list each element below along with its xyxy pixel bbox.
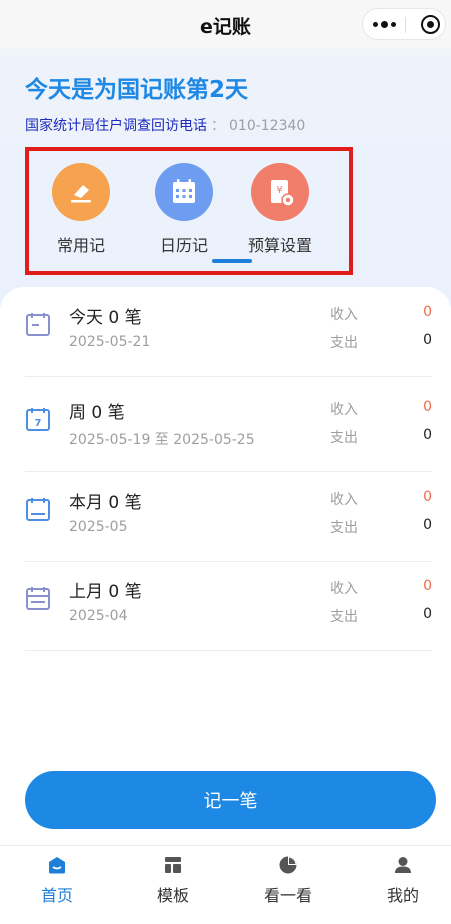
- hotline-number[interactable]: 010-12340: [229, 118, 305, 134]
- pie-chart-icon: [279, 856, 297, 874]
- income-label: 收入: [330, 581, 358, 597]
- expense-value: 0: [423, 517, 432, 533]
- tab-label: 我的: [386, 886, 419, 905]
- week-calendar-icon: 7: [26, 408, 50, 431]
- expense-label: 支出: [330, 430, 358, 446]
- template-icon: [165, 857, 181, 873]
- page: e记账 今天是为国记账第2天 国家统计局住户调查回访电话： 010-12340 常…: [0, 0, 451, 924]
- expense-value: 0: [423, 427, 432, 443]
- tab-explore[interactable]: 看一看: [232, 854, 344, 906]
- income-label: 收入: [330, 402, 358, 418]
- mini-program-capsule: [362, 8, 446, 40]
- ledger-title: 上月 0 笔: [69, 582, 142, 602]
- eraser-icon: [52, 163, 110, 221]
- income-label: 收入: [330, 492, 358, 508]
- day-calendar-icon: [26, 313, 50, 336]
- more-dot-icon: [372, 21, 378, 27]
- income-value: 0: [423, 489, 432, 505]
- quick-action-calendar[interactable]: 日历记: [134, 163, 234, 256]
- ledger-card: 今天 0 笔 2025-05-21 收入 支出 0 0 7 周 0 笔 2025…: [0, 287, 451, 847]
- quick-action-common[interactable]: 常用记: [31, 163, 131, 256]
- quick-action-label: 常用记: [56, 236, 105, 255]
- capsule-divider: [405, 17, 406, 33]
- ledger-row-week[interactable]: 7 周 0 笔 2025-05-19 至 2025-05-25 收入 支出 0 …: [25, 382, 432, 472]
- month-calendar-icon: [26, 498, 50, 521]
- ledger-row-this-month[interactable]: 本月 0 笔 2025-05 收入 支出 0 0: [25, 472, 432, 562]
- user-icon: [395, 857, 411, 873]
- more-menu-button[interactable]: [363, 9, 405, 39]
- income-value: 0: [423, 304, 432, 320]
- more-dot-icon: [390, 21, 396, 27]
- tab-label: 首页: [40, 886, 73, 905]
- quick-actions-highlight: 常用记 日历记 ¥ 预算设置: [25, 147, 353, 275]
- expense-label: 支出: [330, 609, 358, 625]
- tab-label: 看一看: [263, 886, 312, 905]
- tab-home[interactable]: 首页: [1, 854, 113, 906]
- close-target-icon[interactable]: [421, 15, 440, 34]
- ledger-date: 2025-04: [69, 608, 128, 624]
- ledger-date: 2025-05: [69, 519, 128, 535]
- income-value: 0: [423, 399, 432, 415]
- ledger-row-today[interactable]: 今天 0 笔 2025-05-21 收入 支出 0 0: [25, 287, 432, 377]
- ledger-date: 2025-05-21: [69, 334, 151, 350]
- hotline-label: 国家统计局住户调查回访电话: [25, 118, 207, 134]
- hotline-info: 国家统计局住户调查回访电话： 010-12340: [25, 115, 305, 135]
- expense-label: 支出: [330, 335, 358, 351]
- expense-label: 支出: [330, 520, 358, 536]
- ledger-row-last-month[interactable]: 上月 0 笔 2025-04 收入 支出 0 0: [25, 561, 432, 651]
- page-headline: 今天是为国记账第2天: [25, 77, 249, 103]
- calendar-icon: [155, 163, 213, 221]
- budget-icon: ¥: [251, 163, 309, 221]
- quick-action-budget[interactable]: ¥ 预算设置: [230, 163, 330, 256]
- record-entry-button[interactable]: 记一笔: [25, 771, 436, 829]
- svg-text:¥: ¥: [276, 185, 282, 196]
- ledger-title: 今天 0 笔: [69, 308, 142, 328]
- income-label: 收入: [330, 307, 358, 323]
- tab-template[interactable]: 模板: [117, 854, 229, 906]
- quick-action-label: 预算设置: [247, 236, 312, 255]
- tab-mine[interactable]: 我的: [347, 854, 451, 906]
- carousel-indicator: [212, 259, 252, 263]
- expense-value: 0: [423, 606, 432, 622]
- tab-label: 模板: [156, 886, 189, 905]
- ledger-title: 本月 0 笔: [69, 493, 142, 513]
- title-bar: e记账: [0, 0, 451, 48]
- income-value: 0: [423, 578, 432, 594]
- more-dot-icon: [380, 20, 388, 28]
- expense-value: 0: [423, 332, 432, 348]
- last-month-calendar-icon: [26, 587, 50, 610]
- quick-action-label: 日历记: [159, 236, 208, 255]
- week-calendar-number: 7: [35, 418, 42, 429]
- ledger-title: 周 0 笔: [69, 403, 125, 423]
- ledger-date: 2025-05-19 至 2025-05-25: [69, 432, 255, 448]
- hotline-separator: ：: [211, 118, 225, 134]
- home-icon: [49, 857, 65, 874]
- bottom-tab-bar: 首页 模板 看一看 我的: [0, 845, 451, 924]
